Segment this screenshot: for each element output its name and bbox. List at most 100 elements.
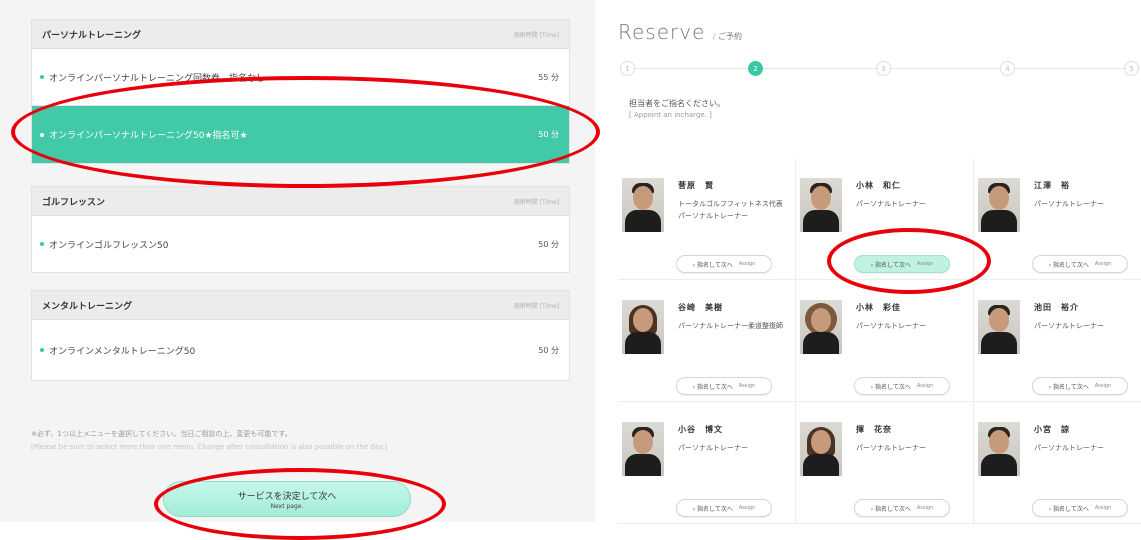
- trainer-name: 小宮 諒: [1034, 425, 1070, 434]
- trainer-role: パーソナルトレーナー: [856, 444, 926, 452]
- trainer-photo: [978, 178, 1020, 232]
- step-4: 4: [1000, 61, 1015, 76]
- menu-note-en: [Please be sure to select more than one …: [31, 443, 388, 451]
- assign-label-jp: › 指名して次へ: [1048, 383, 1089, 391]
- trainer-photo: [800, 178, 842, 232]
- step-2-active: 2: [748, 61, 763, 76]
- assign-label-en: Assign: [738, 383, 756, 389]
- section-time-label: 施術時間 [Time]: [513, 31, 559, 39]
- assign-label-jp: › 指名して次へ: [870, 383, 911, 391]
- step-1: 1: [620, 61, 635, 76]
- trainer-grid: 菅原 賢トータルゴルフフィットネス代表パーソナルトレーナー › 指名して次へ Ass…: [618, 158, 1141, 524]
- trainer-photo: [800, 300, 842, 354]
- trainer-photo: [800, 422, 842, 476]
- assign-label-en: Assign: [1094, 383, 1112, 389]
- trainer-card: 小林 彩佳パーソナルトレーナー › 指名して次へ Assign: [796, 280, 974, 402]
- assign-button[interactable]: › 指名して次へ Assign: [1032, 499, 1128, 517]
- section-title: パーソナルトレーニング: [42, 30, 142, 41]
- menu-item-label: オンラインメンタルトレーニング50: [49, 346, 196, 357]
- assign-label-jp: › 指名して次へ: [692, 261, 733, 269]
- trainer-name: 谷崎 美樹: [678, 303, 723, 312]
- assign-button[interactable]: › 指名して次へ Assign: [854, 255, 950, 273]
- assign-label-jp: › 指名して次へ: [1048, 261, 1089, 269]
- assign-button[interactable]: › 指名して次へ Assign: [676, 377, 772, 395]
- assign-label-en: Assign: [738, 261, 756, 267]
- page-title-sub: / ご予約: [712, 32, 742, 41]
- next-page-button[interactable]: サービスを決定して次へ Next page.: [163, 481, 411, 517]
- section-title: ゴルフレッスン: [42, 197, 106, 208]
- trainer-role: パーソナルトレーナー: [856, 200, 926, 208]
- trainer-name: 江澤 裕: [1034, 181, 1070, 190]
- menu-item[interactable]: オンラインメンタルトレーニング50 50 分: [32, 320, 569, 380]
- menu-item-label: オンラインパーソナルトレーニング回数券…指名なし: [49, 73, 266, 84]
- section-header: ゴルフレッスン 施術時間 [Time]: [32, 187, 569, 216]
- menu-selection-panel: パーソナルトレーニング 施術時間 [Time] オンラインパーソナルトレーニング…: [0, 0, 595, 522]
- assign-label-jp: › 指名して次へ: [870, 505, 911, 513]
- trainer-photo: [978, 300, 1020, 354]
- next-button-label-jp: サービスを決定して次へ: [237, 491, 337, 502]
- trainer-role: トータルゴルフフィットネス代表パーソナルトレーナー: [678, 200, 783, 220]
- trainer-role: パーソナルトレーナー: [1034, 444, 1104, 452]
- bullet-icon: [40, 132, 44, 137]
- bullet-icon: [40, 242, 44, 246]
- trainer-role: パーソナルトレーナー柔道整復師: [678, 322, 783, 330]
- assign-label-jp: › 指名して次へ: [870, 261, 911, 269]
- assign-label-en: Assign: [738, 505, 756, 511]
- menu-item-selected[interactable]: オンラインパーソナルトレーニング50★指名可★ 50 分: [32, 106, 569, 163]
- assign-button[interactable]: › 指名して次へ Assign: [854, 499, 950, 517]
- menu-note: ※必ず、1つ以上メニューを選択してください。当日ご相談の上、変更も可能です。 […: [31, 428, 461, 454]
- trainer-photo: [622, 300, 664, 354]
- section-header: メンタルトレーニング 施術時間 [Time]: [32, 291, 569, 320]
- menu-item[interactable]: オンラインゴルフレッスン50 50 分: [32, 216, 569, 272]
- trainer-role: パーソナルトレーナー: [678, 444, 748, 452]
- trainer-card: 小谷 博文 パーソナルトレーナー › 指名して次へ Assign: [618, 402, 796, 524]
- trainer-card: 小宮 諒パーソナルトレーナー › 指名して次へ Assign: [974, 402, 1141, 524]
- appoint-instruction-en: [ Appoint an incharge. ]: [629, 111, 712, 119]
- page-title: Reserve / ご予約: [618, 20, 742, 44]
- trainer-role: パーソナルトレーナー: [1034, 322, 1104, 330]
- section-time-label: 施術時間 [Time]: [513, 302, 559, 310]
- reserve-panel: Reserve / ご予約 1 2 3 4 5 担当者をご指名ください。 [ A…: [596, 0, 1141, 528]
- assign-button[interactable]: › 指名して次へ Assign: [1032, 255, 1128, 273]
- trainer-name: 揮 花奈: [856, 425, 892, 434]
- menu-item-duration: 50 分: [538, 345, 559, 355]
- trainer-card: 谷崎 美樹パーソナルトレーナー柔道整復師 › 指名して次へ Assign: [618, 280, 796, 402]
- assign-button[interactable]: › 指名して次へ Assign: [854, 377, 950, 395]
- trainer-card: 揮 花奈パーソナルトレーナー › 指名して次へ Assign: [796, 402, 974, 524]
- menu-item-duration: 50 分: [538, 130, 559, 139]
- assign-button[interactable]: › 指名して次へ Assign: [1032, 377, 1128, 395]
- appoint-instruction-jp: 担当者をご指名ください。: [629, 99, 725, 108]
- next-button-label-en: Next page.: [270, 502, 304, 510]
- assign-label-en: Assign: [916, 383, 934, 389]
- section-title: メンタルトレーニング: [42, 301, 133, 312]
- trainer-card: 江澤 裕パーソナルトレーナー › 指名して次へ Assign: [974, 158, 1141, 280]
- trainer-role: パーソナルトレーナー: [856, 322, 926, 330]
- assign-button[interactable]: › 指名して次へ Assign: [676, 255, 772, 273]
- trainer-name: 池田 裕介: [1034, 303, 1079, 312]
- bullet-icon: [40, 75, 44, 79]
- trainer-photo: [622, 422, 664, 476]
- section-header: パーソナルトレーニング 施術時間 [Time]: [32, 20, 569, 49]
- section-time-label: 施術時間 [Time]: [513, 198, 559, 206]
- assign-label-en: Assign: [1094, 261, 1112, 267]
- assign-button[interactable]: › 指名して次へ Assign: [676, 499, 772, 517]
- trainer-photo: [622, 178, 664, 232]
- menu-item[interactable]: オンラインパーソナルトレーニング回数券…指名なし 55 分: [32, 49, 569, 106]
- assign-label-jp: › 指名して次へ: [692, 383, 733, 391]
- assign-label-jp: › 指名して次へ: [1048, 505, 1089, 513]
- assign-label-jp: › 指名して次へ: [692, 505, 733, 513]
- trainer-name: 菅原 賢: [678, 181, 714, 190]
- step-3: 3: [876, 61, 891, 76]
- menu-item-duration: 55 分: [538, 72, 559, 82]
- trainer-name: 小林 彩佳: [856, 303, 901, 312]
- section-golf-lesson: ゴルフレッスン 施術時間 [Time] オンラインゴルフレッスン50 50 分: [31, 186, 570, 273]
- menu-note-jp: ※必ず、1つ以上メニューを選択してください。当日ご相談の上、変更も可能です。: [31, 430, 292, 438]
- page-title-text: Reserve: [618, 20, 706, 44]
- trainer-card: 菅原 賢トータルゴルフフィットネス代表パーソナルトレーナー › 指名して次へ Ass…: [618, 158, 796, 280]
- trainer-photo: [978, 422, 1020, 476]
- menu-item-label: オンラインパーソナルトレーニング50★指名可★: [49, 131, 248, 141]
- trainer-card: 池田 裕介パーソナルトレーナー › 指名して次へ Assign: [974, 280, 1141, 402]
- assign-label-en: Assign: [916, 261, 934, 267]
- bullet-icon: [40, 348, 44, 352]
- step-5: 5: [1124, 61, 1139, 76]
